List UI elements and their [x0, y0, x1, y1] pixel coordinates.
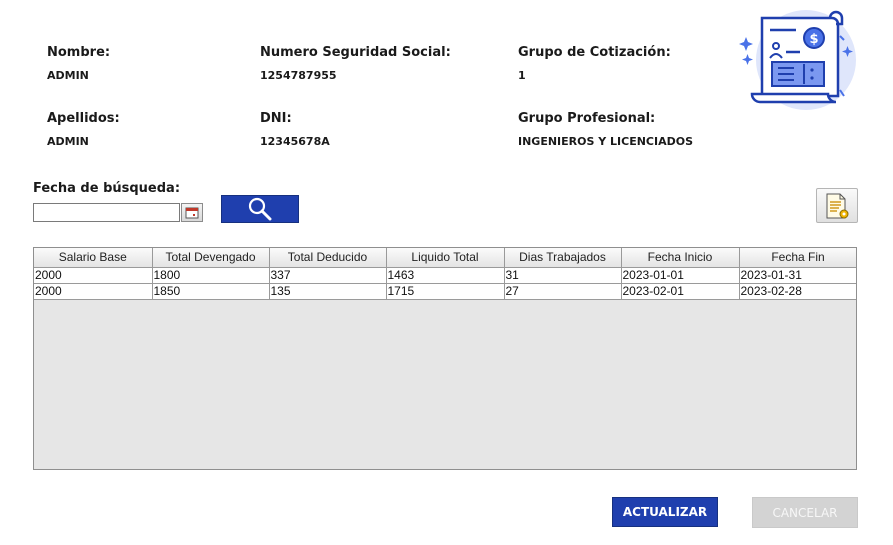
- svg-text:$: $: [809, 32, 818, 47]
- table-cell: 2023-02-01: [621, 283, 740, 300]
- table-cell: 337: [269, 267, 387, 284]
- calendar-button[interactable]: [181, 203, 203, 222]
- apellidos-value: ADMIN: [47, 135, 89, 148]
- cancelar-button: CANCELAR: [752, 497, 858, 528]
- grupo-profesional-label: Grupo Profesional:: [518, 111, 656, 126]
- nombre-value: ADMIN: [47, 69, 89, 82]
- nss-label: Numero Seguridad Social:: [260, 45, 451, 60]
- grupo-cotizacion-label: Grupo de Cotización:: [518, 45, 671, 60]
- report-button[interactable]: [816, 188, 858, 223]
- dni-value: 12345678A: [260, 135, 330, 148]
- magnifier-icon: [248, 197, 272, 221]
- table-row[interactable]: 2000 1800 337 1463 31 2023-01-01 2023-01…: [34, 267, 856, 284]
- nss-value: 1254787955: [260, 69, 337, 82]
- table-cell: 2023-01-01: [621, 267, 740, 284]
- dni-label: DNI:: [260, 111, 292, 126]
- table-cell: 1715: [386, 283, 505, 300]
- document-report-icon: [826, 193, 849, 218]
- table-row[interactable]: 2000 1850 135 1715 27 2023-02-01 2023-02…: [34, 283, 856, 300]
- table-cell: 27: [504, 283, 622, 300]
- results-table: Salario Base Total Devengado Total Deduc…: [33, 247, 857, 470]
- column-header-total-devengado[interactable]: Total Devengado: [152, 248, 270, 268]
- calendar-icon: [185, 207, 199, 218]
- search-button[interactable]: [221, 195, 299, 223]
- grupo-profesional-value: INGENIEROS Y LICENCIADOS: [518, 135, 694, 148]
- payroll-document-icon: $: [732, 6, 860, 120]
- table-cell: 135: [269, 283, 387, 300]
- column-header-liquido-total[interactable]: Liquido Total: [386, 248, 505, 268]
- column-header-fecha-inicio[interactable]: Fecha Inicio: [621, 248, 740, 268]
- table-cell: 1850: [152, 283, 270, 300]
- table-cell: 1800: [152, 267, 270, 284]
- date-search-input[interactable]: [33, 203, 180, 222]
- table-cell: 2023-02-28: [739, 283, 856, 300]
- column-header-salario-base[interactable]: Salario Base: [34, 248, 153, 268]
- column-header-dias-trabajados[interactable]: Dias Trabajados: [504, 248, 622, 268]
- table-cell: 2023-01-31: [739, 267, 856, 284]
- table-cell: 31: [504, 267, 622, 284]
- table-cell: 2000: [34, 267, 153, 284]
- fecha-busqueda-label: Fecha de búsqueda:: [33, 181, 181, 196]
- nombre-label: Nombre:: [47, 45, 111, 60]
- column-header-total-deducido[interactable]: Total Deducido: [269, 248, 387, 268]
- table-cell: 1463: [386, 267, 505, 284]
- column-header-fecha-fin[interactable]: Fecha Fin: [739, 248, 856, 268]
- table-cell: 2000: [34, 283, 153, 300]
- apellidos-label: Apellidos:: [47, 111, 120, 126]
- actualizar-button[interactable]: ACTUALIZAR: [612, 497, 718, 527]
- table-header-row: Salario Base Total Devengado Total Deduc…: [34, 248, 856, 268]
- grupo-cotizacion-value: 1: [518, 69, 526, 82]
